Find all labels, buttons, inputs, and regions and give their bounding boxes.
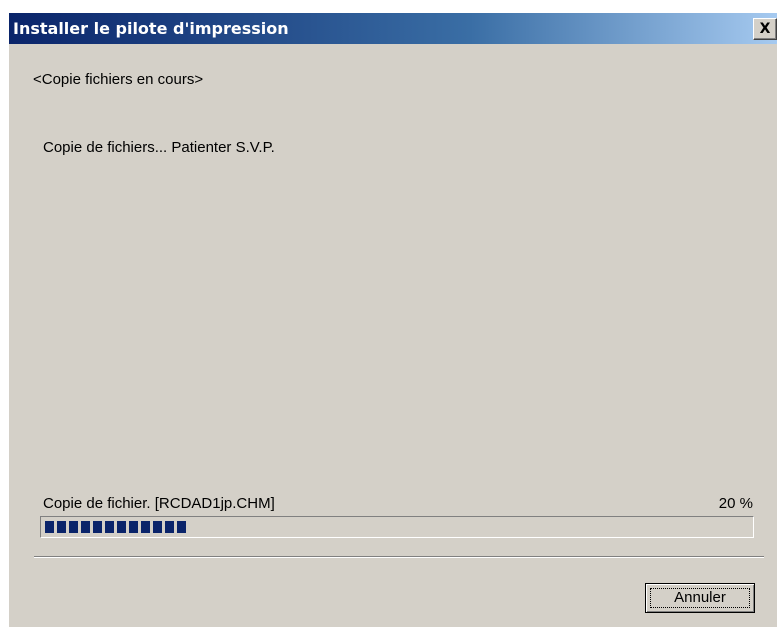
progress-bar (40, 516, 754, 538)
current-file-label: Copie de fichier. [RCDAD1jp.CHM] (43, 495, 275, 512)
title-bar[interactable]: Installer le pilote d'impression X (9, 13, 777, 44)
wait-message: Copie de fichiers... Patienter S.V.P. (43, 139, 275, 156)
progress-bar-fill (45, 521, 186, 533)
install-driver-dialog: Installer le pilote d'impression X <Copi… (8, 12, 777, 627)
close-button[interactable]: X (753, 18, 777, 40)
cancel-button-label: Annuler (674, 589, 726, 606)
separator-line (34, 556, 764, 558)
status-heading: <Copie fichiers en cours> (33, 71, 204, 88)
cancel-button[interactable]: Annuler (645, 583, 755, 613)
window-title: Installer le pilote d'impression (13, 19, 289, 38)
close-icon: X (759, 21, 771, 37)
progress-percent: 20 % (718, 495, 753, 512)
